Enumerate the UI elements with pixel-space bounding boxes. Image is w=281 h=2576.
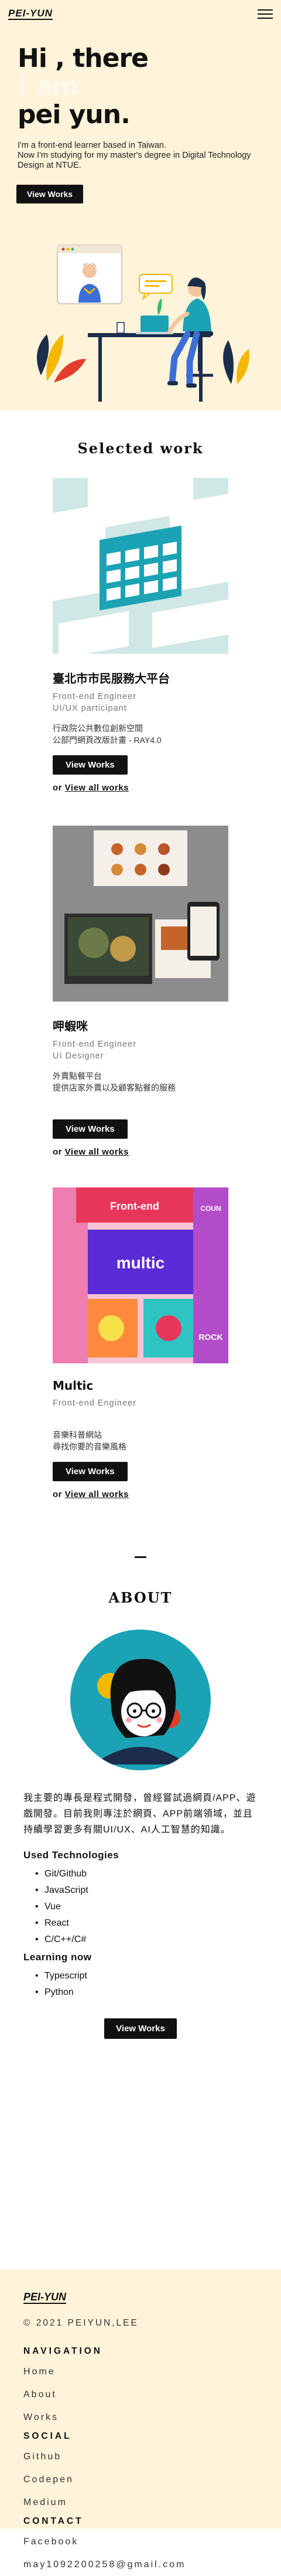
works-section: Selected work 臺北市市民服務大平台 Front-end Engin… — [0, 410, 281, 1499]
hero-line-2: I am — [18, 72, 78, 101]
footer-nav-home[interactable]: Home — [23, 2360, 258, 2383]
or-label: or — [53, 1489, 62, 1499]
work-2-desc-line-2: 提供店家外賣以及顧客點餐的服務 — [53, 1083, 176, 1092]
used-tech-title: Used Technologies — [23, 1849, 119, 1861]
works-title: Selected work — [77, 440, 204, 457]
about-title: ABOUT — [108, 1589, 173, 1606]
hero-line-1: Hi , there — [18, 43, 149, 73]
footer-social-medium[interactable]: Medium — [23, 2491, 258, 2514]
view-all-works-link[interactable]: View all works — [65, 1489, 129, 1499]
work-3-more: or View all works — [53, 1489, 228, 1499]
view-all-works-link[interactable]: View all works — [65, 783, 129, 793]
work-card-1: 臺北市市民服務大平台 Front-end Engineer UI/UX part… — [53, 478, 228, 793]
work-1-view-button[interactable]: View Works — [53, 755, 128, 775]
about-text: 我主要的專長是程式開發，曾經嘗試過網頁/APP、遊戲開發。目前我則專注於網頁、A… — [23, 1793, 256, 1835]
work-1-desc-line-1: 行政院公共數位創新空間 — [53, 724, 143, 733]
hero-desc-line-1: I'm a front-end learner based in Taiwan. — [18, 141, 166, 150]
work-1-role-2: UI/UX participant — [53, 704, 127, 713]
used-tech-list: Git/Github JavaScript Vue React C/C++/C# — [23, 1866, 258, 1948]
work-2-desc: 外賣點餐平台 提供店家外賣以及顧客點餐的服務 — [53, 1070, 228, 1094]
or-label: or — [53, 783, 62, 793]
work-2-more: or View all works — [53, 1147, 228, 1157]
work-1-role-1: Front-end Engineer — [53, 692, 136, 701]
avatar-illustration — [70, 1630, 211, 1770]
footer-brand-logo[interactable]: PEI-YUN — [23, 2292, 67, 2304]
hamburger-icon[interactable] — [258, 9, 273, 19]
footer-nav-title: NAVIGATION — [23, 2346, 103, 2356]
work-2-image[interactable] — [53, 826, 228, 1002]
work-1-desc-line-2: 公部門網頁改版計畫 - RAY4.0 — [53, 735, 162, 745]
about-view-works-button[interactable]: View Works — [104, 2018, 177, 2039]
used-tech-item: Git/Github — [35, 1866, 258, 1882]
footer-contact-facebook[interactable]: Facebook — [23, 2530, 258, 2553]
footer-nav-works[interactable]: Works — [23, 2406, 258, 2429]
work-3-label-rock: ROCK — [198, 1332, 222, 1342]
work-3-label-frontend: Front-end — [110, 1200, 159, 1212]
work-1-desc: 行政院公共數位創新空間 公部門網頁改版計畫 - RAY4.0 — [53, 722, 228, 746]
used-tech-item: React — [35, 1915, 258, 1932]
hero-view-works-button[interactable]: View Works — [16, 185, 84, 203]
hero-line-3: pei yun. — [18, 100, 131, 130]
learning-item: Typescript — [35, 1968, 258, 1984]
work-3-label-coun: COUN — [200, 1204, 221, 1213]
hero-section: PEI-YUN Hi , there I am pei yun. I'm a f… — [0, 0, 281, 410]
learning-title: Learning now — [23, 1951, 92, 1963]
footer-social-github[interactable]: Github — [23, 2445, 258, 2468]
hero-desc-line-2: Now I'm studying for my master's degree … — [18, 151, 251, 170]
used-tech-item: Vue — [35, 1899, 258, 1915]
work-1-image[interactable] — [53, 478, 228, 654]
work-3-label-multic: multic — [116, 1254, 165, 1272]
work-2-desc-line-1: 外賣點餐平台 — [53, 1071, 102, 1081]
hero-illustration — [36, 245, 249, 402]
learning-item: Python — [35, 1984, 258, 2001]
about-section: ABOUT 我主要的專長是程式開發，曾經嘗試過網頁/APP、遊戲開發。目前我則專… — [0, 1589, 281, 2039]
work-3-desc-line-2: 尋找你要的音樂風格 — [53, 1442, 126, 1451]
hero-heading: Hi , there I am pei yun. — [0, 28, 281, 129]
work-3-role-1: Front-end Engineer — [53, 1399, 136, 1408]
work-card-2: 呷蝦咪 Front-end Engineer UI Designer 外賣點餐平… — [53, 826, 228, 1157]
used-tech-item: JavaScript — [35, 1882, 258, 1899]
work-2-mockup — [53, 826, 228, 1002]
brand-logo[interactable]: PEI-YUN — [8, 8, 53, 20]
top-navbar: PEI-YUN — [0, 0, 281, 28]
or-label: or — [53, 1147, 62, 1157]
footer-contact-title: CONTACT — [23, 2516, 84, 2526]
work-3-view-button[interactable]: View Works — [53, 1462, 128, 1481]
view-all-works-link[interactable]: View all works — [65, 1147, 129, 1157]
footer: PEI-YUN © 2021 PEIYUN,LEE NAVIGATION Hom… — [0, 2269, 281, 2570]
work-2-role-1: Front-end Engineer — [53, 1040, 136, 1049]
avatar — [70, 1630, 211, 1770]
work-2-role-2: UI Designer — [53, 1051, 104, 1061]
work-1-more: or View all works — [53, 783, 228, 793]
work-card-3: Front-end multic COUN ROCK Multic Front-… — [53, 1187, 228, 1499]
work-3-desc: 音樂科普網站 尋找你要的音樂風格 — [53, 1429, 228, 1452]
work-3-title: Multic — [53, 1379, 94, 1393]
hero-description: I'm a front-end learner based in Taiwan.… — [0, 129, 281, 171]
work-1-title: 臺北市市民服務大平台 — [53, 671, 170, 685]
footer-copyright: © 2021 PEIYUN,LEE — [23, 2318, 139, 2328]
work-3-image[interactable]: Front-end multic COUN ROCK — [53, 1187, 228, 1363]
footer-contact-email[interactable]: may1092200258@gmail.com — [23, 2553, 258, 2576]
footer-social-title: SOCIAL — [23, 2431, 72, 2441]
footer-social-codepen[interactable]: Codepen — [23, 2468, 258, 2491]
work-3-desc-line-1: 音樂科普網站 — [53, 1430, 102, 1440]
work-2-view-button[interactable]: View Works — [53, 1119, 128, 1139]
work-2-title: 呷蝦咪 — [53, 1019, 88, 1033]
work-3-mockup: Front-end multic COUN ROCK — [53, 1187, 228, 1363]
footer-nav-about[interactable]: About — [23, 2383, 258, 2406]
work-1-mockup — [53, 478, 228, 654]
used-tech-item: C/C++/C# — [35, 1932, 258, 1948]
section-divider — [135, 1556, 146, 1558]
learning-list: Typescript Python — [23, 1968, 258, 2001]
